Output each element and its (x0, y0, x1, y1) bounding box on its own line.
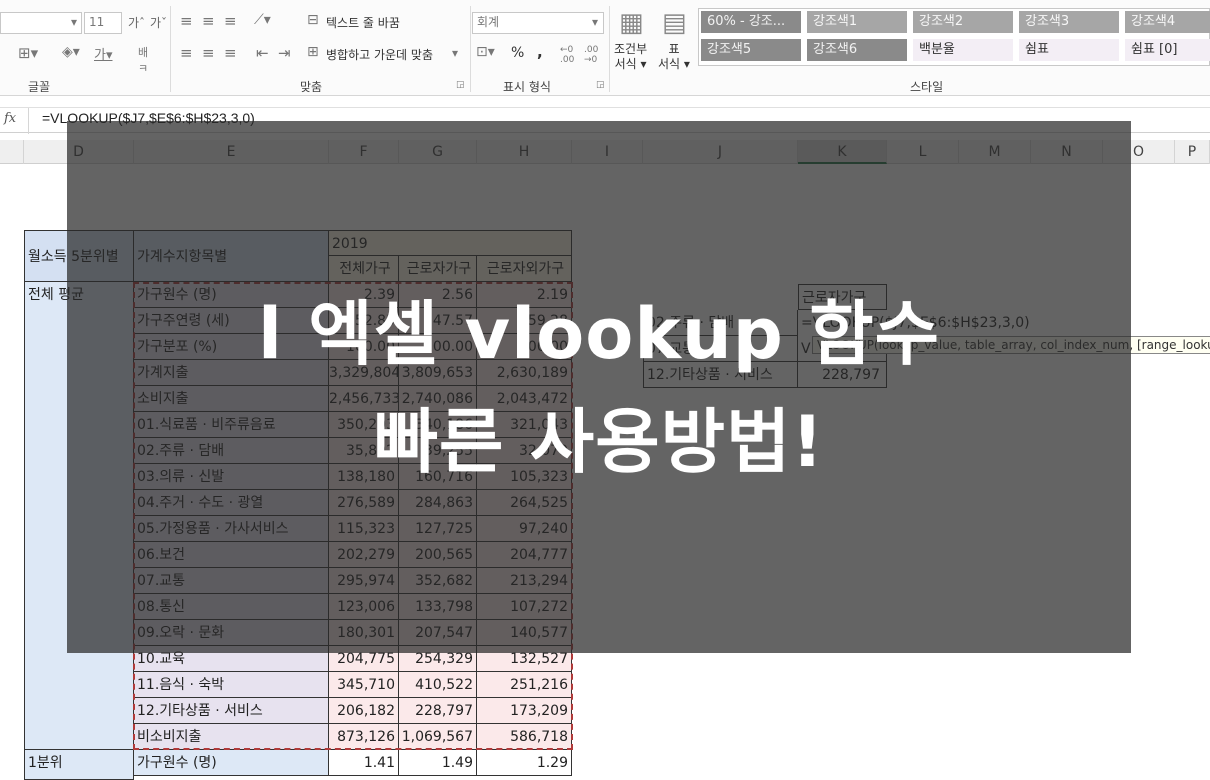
font-group-label: 글꼴 (28, 80, 51, 94)
orientation-icon[interactable]: ⟋▾ (254, 12, 271, 28)
decrease-indent-icon[interactable]: ⇤ (256, 44, 269, 62)
cond-format-line1: 조건부 (614, 42, 648, 56)
cell-style-item[interactable]: 쉼표 [0] (1125, 39, 1210, 61)
currency-icon[interactable]: ⊡▾ (476, 44, 495, 60)
table-cell-f[interactable]: 873,126 (329, 724, 399, 750)
table-cell-h[interactable]: 173,209 (477, 698, 572, 724)
fx-icon[interactable]: fx (4, 111, 16, 126)
merge-center-icon[interactable]: ⊞ (307, 44, 319, 60)
cell-style-item[interactable]: 강조색3 (1019, 11, 1119, 33)
font-size-box[interactable]: 11 (84, 12, 122, 34)
increase-indent-icon[interactable]: ⇥ (278, 44, 291, 62)
increase-decimal-icon[interactable]: ←0.00 (560, 45, 574, 65)
table-cell-g[interactable]: 1,069,567 (399, 724, 477, 750)
cell-style-gallery: 60% - 강조... 강조색1 강조색2 강조색3 강조색4 강조색5 강조색6 백분율 쉼표… (698, 8, 1210, 66)
align-middle-icon[interactable]: ≡ (202, 12, 215, 30)
conditional-format-icon[interactable]: ▦ (619, 8, 644, 38)
table-cell-g[interactable]: 410,522 (399, 672, 477, 698)
cell-style-item[interactable]: 강조색5 (701, 39, 801, 61)
cell-style-item[interactable]: 강조색4 (1125, 11, 1210, 33)
comma-button[interactable]: , (537, 43, 543, 61)
group-cell-quintile1[interactable]: 1분위 (24, 750, 134, 780)
table-cell-h[interactable]: 251,216 (477, 672, 572, 698)
chevron-down-icon[interactable]: ▾ (71, 15, 77, 29)
table-row-label[interactable]: 12.기타상품 · 서비스 (134, 698, 329, 724)
styles-group-label: 스타일 (910, 80, 944, 94)
table-cell-f[interactable]: 206,182 (329, 698, 399, 724)
table-row-label[interactable]: 비소비지출 (134, 724, 329, 750)
table-row-label[interactable]: 가구원수 (명) (134, 750, 329, 776)
merge-dropdown-icon[interactable]: ▾ (452, 46, 458, 60)
table-cell-g[interactable]: 1.49 (399, 750, 477, 776)
table-format-line2: 서식 (658, 57, 681, 71)
overlay-title-line2: 빠른 사용방법! (373, 401, 825, 483)
align-left-icon[interactable]: ≡ (180, 44, 193, 62)
number-group-label: 표시 형식 (503, 80, 551, 94)
conditional-format-button[interactable]: 조건부 서식 ▾ (614, 42, 647, 72)
decrease-decimal-icon[interactable]: .00 →0 (584, 45, 598, 65)
phonetic-icon[interactable]: 배ㅋ (138, 44, 148, 76)
overlay-title-line1: l 엑셀 vlookup 함수 (257, 293, 940, 375)
dialog-launcher-icon[interactable]: ◲ (596, 80, 605, 90)
table-cell-h[interactable]: 1.29 (477, 750, 572, 776)
table-cell-h[interactable]: 586,718 (477, 724, 572, 750)
cell-style-item[interactable]: 강조색6 (807, 39, 907, 61)
align-center-icon[interactable]: ≡ (202, 44, 215, 62)
cell-style-item[interactable]: 강조색2 (913, 11, 1013, 33)
cell-style-item[interactable]: 백분율 (913, 39, 1013, 61)
cell-style-item[interactable]: 강조색1 (807, 11, 907, 33)
column-header-p[interactable]: P (1175, 140, 1210, 164)
table-cell-f[interactable]: 1.41 (329, 750, 399, 776)
font-color-icon[interactable]: 가▾ (94, 44, 113, 63)
percent-button[interactable]: % (511, 45, 524, 61)
border-icon[interactable]: ⊞▾ (18, 44, 38, 62)
align-group-label: 맞춤 (300, 80, 323, 94)
ribbon: ▾ 11 가ˆ 가ˇ ⊞▾ ◈▾ 가▾ 배ㅋ 글꼴 ≡ ≡ ≡ ⟋▾ ⊟ 텍스트… (0, 0, 1210, 96)
merge-center-button[interactable]: 병합하고 가운데 맞춤 (326, 46, 433, 63)
table-cell-f[interactable]: 345,710 (329, 672, 399, 698)
table-cell-g[interactable]: 228,797 (399, 698, 477, 724)
grow-font-button[interactable]: 가ˆ (128, 14, 145, 31)
cell-style-item[interactable]: 60% - 강조... (701, 11, 801, 33)
cond-format-line2: 서식 (614, 57, 637, 71)
cell-style-item[interactable]: 쉼표 (1019, 39, 1119, 61)
align-top-icon[interactable]: ≡ (180, 12, 193, 30)
wrap-text-icon[interactable]: ⊟ (307, 12, 319, 28)
select-all-corner[interactable] (0, 140, 24, 164)
wrap-text-button[interactable]: 텍스트 줄 바꿈 (326, 14, 400, 31)
align-right-icon[interactable]: ≡ (224, 44, 237, 62)
shrink-font-button[interactable]: 가ˇ (150, 14, 167, 31)
table-row-label[interactable]: 11.음식 · 숙박 (134, 672, 329, 698)
format-table-button[interactable]: 표 서식 ▾ (658, 42, 690, 72)
align-bottom-icon[interactable]: ≡ (224, 12, 237, 30)
number-format-box[interactable]: 회계 (472, 12, 604, 34)
fill-color-icon[interactable]: ◈▾ (62, 44, 80, 60)
font-name-box[interactable] (0, 12, 82, 34)
chevron-down-icon[interactable]: ▾ (592, 15, 598, 29)
format-table-icon[interactable]: ▤ (662, 8, 687, 38)
dialog-launcher-icon[interactable]: ◲ (456, 80, 465, 90)
table-format-line1: 표 (668, 42, 680, 56)
